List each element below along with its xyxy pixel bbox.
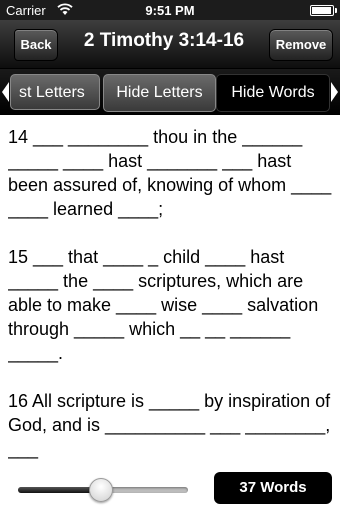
word-count-badge: 37 Words bbox=[214, 472, 332, 504]
slider-fill bbox=[18, 487, 100, 493]
page-title: 2 Timothy 3:14-16 bbox=[83, 30, 245, 51]
verse-14: 14 ___ ________ thou in the ______ _____… bbox=[8, 127, 332, 219]
clock-time: 9:51 PM bbox=[145, 3, 195, 18]
verse-16: 16 All scripture is _____ by inspiration… bbox=[8, 391, 331, 459]
segment-hide-letters[interactable]: Hide Letters bbox=[103, 74, 216, 112]
verse-15: 15 ___ that ____ _ child ____ hast _____… bbox=[8, 247, 319, 363]
segment-first-letters[interactable]: st Letters bbox=[10, 74, 100, 110]
navigation-bar: Back 2 Timothy 3:14-16 Remove bbox=[0, 20, 340, 69]
status-bar: Carrier 9:51 PM bbox=[0, 0, 340, 20]
chevron-right-icon[interactable] bbox=[331, 82, 338, 102]
difficulty-slider[interactable] bbox=[18, 478, 188, 502]
remove-button[interactable]: Remove bbox=[269, 29, 333, 61]
back-button[interactable]: Back bbox=[14, 29, 58, 61]
slider-thumb[interactable] bbox=[88, 478, 113, 502]
bottom-bar: 37 Words bbox=[0, 470, 340, 510]
chevron-left-icon[interactable] bbox=[2, 82, 9, 102]
mode-toolbar: st Letters Hide Letters Hide Words bbox=[0, 69, 340, 115]
verse-text-area[interactable]: 14 ___ ________ thou in the ______ _____… bbox=[8, 125, 334, 470]
back-button-label: Back bbox=[20, 37, 52, 52]
battery-icon bbox=[310, 5, 337, 16]
segment-hide-words[interactable]: Hide Words bbox=[216, 74, 330, 112]
